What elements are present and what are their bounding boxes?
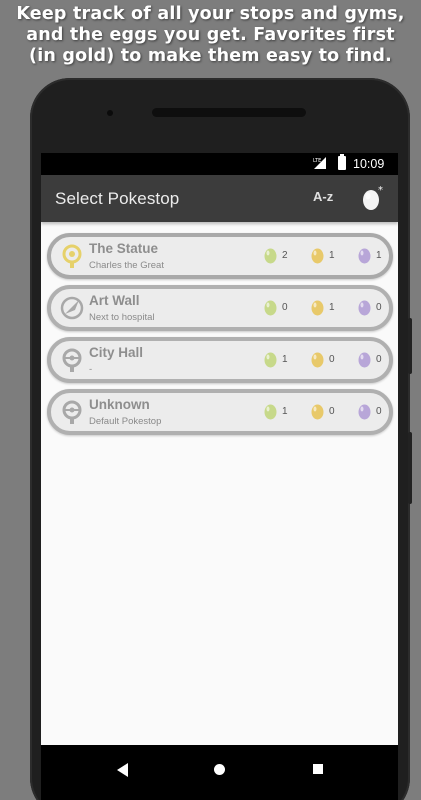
stop-name: Art Wall xyxy=(89,293,140,308)
egg-count: 1 xyxy=(376,250,382,261)
egg-count: 1 xyxy=(282,354,288,365)
pokestop-icon xyxy=(62,348,82,372)
phone-screen: LTE 10:09 Select Pokestop A-z * The Stat… xyxy=(41,153,398,800)
egg-count: 0 xyxy=(329,354,335,365)
pokestop-list: The Statue Charles the Great 2 1 1 Art W… xyxy=(47,233,393,441)
pokestop-icon xyxy=(62,400,82,424)
list-item[interactable]: Unknown Default Pokestop 1 0 0 xyxy=(47,389,393,435)
purple-egg-icon xyxy=(358,352,371,368)
home-icon[interactable] xyxy=(214,764,225,775)
promo-line-1: Keep track of all your stops and gyms, xyxy=(16,4,405,24)
stop-subtitle: Next to hospital xyxy=(89,312,155,323)
egg-10km-count: 0 xyxy=(358,403,398,421)
egg-count: 1 xyxy=(282,406,288,417)
green-egg-icon xyxy=(264,300,277,316)
stop-subtitle: Charles the Great xyxy=(89,260,164,271)
egg-5km-count: 0 xyxy=(311,351,351,369)
yellow-egg-icon xyxy=(311,404,324,420)
yellow-egg-icon xyxy=(311,248,324,264)
promo-line-3: (in gold) to make them easy to find. xyxy=(29,46,392,66)
stop-subtitle: - xyxy=(89,364,93,375)
power-button xyxy=(408,432,412,504)
egg-count: 0 xyxy=(282,302,288,313)
egg-counts: 2 1 1 xyxy=(264,247,384,265)
clock: 10:09 xyxy=(353,157,385,171)
promo-caption: Keep track of all your stops and gyms, a… xyxy=(0,4,421,67)
egg-counts: 1 0 0 xyxy=(264,351,384,369)
egg-counts: 0 1 0 xyxy=(264,299,384,317)
svg-text:*: * xyxy=(378,185,383,196)
egg-10km-count: 0 xyxy=(358,351,398,369)
egg-2km-count: 1 xyxy=(264,403,304,421)
pokestop-favorite-icon xyxy=(62,244,82,268)
egg-counts: 1 0 0 xyxy=(264,403,384,421)
egg-2km-count: 2 xyxy=(264,247,304,265)
stop-name: City Hall xyxy=(89,345,144,360)
egg-10km-count: 0 xyxy=(358,299,398,317)
list-item[interactable]: Art Wall Next to hospital 0 1 0 xyxy=(47,285,393,331)
promo-line-2: and the eggs you get. Favorites first xyxy=(26,25,395,45)
phone-speaker xyxy=(152,108,306,117)
egg-2km-count: 1 xyxy=(264,351,304,369)
green-egg-icon xyxy=(264,404,277,420)
egg-count: 0 xyxy=(376,354,382,365)
network-type-label: LTE xyxy=(313,158,321,164)
stop-name: The Statue xyxy=(89,241,159,256)
yellow-egg-icon xyxy=(311,300,324,316)
egg-count: 0 xyxy=(376,302,382,313)
purple-egg-icon xyxy=(358,404,371,420)
stop-subtitle: Default Pokestop xyxy=(89,416,162,427)
volume-button xyxy=(408,318,412,374)
sort-alpha-button[interactable]: A-z xyxy=(313,189,333,204)
purple-egg-icon xyxy=(358,300,371,316)
egg-count: 1 xyxy=(329,302,335,313)
navigation-bar xyxy=(41,745,398,800)
green-egg-icon xyxy=(264,248,277,264)
battery-icon xyxy=(338,154,346,170)
egg-count: 1 xyxy=(329,250,335,261)
lte-signal-icon: LTE xyxy=(313,157,326,169)
back-icon[interactable] xyxy=(117,763,129,777)
gym-icon xyxy=(60,296,84,320)
egg-5km-count: 1 xyxy=(311,247,351,265)
egg-2km-count: 0 xyxy=(264,299,304,317)
recents-icon[interactable] xyxy=(313,764,323,774)
status-bar: LTE 10:09 xyxy=(41,153,398,175)
page-title: Select Pokestop xyxy=(55,189,180,208)
egg-5km-count: 1 xyxy=(311,299,351,317)
list-item[interactable]: City Hall - 1 0 0 xyxy=(47,337,393,383)
egg-count: 0 xyxy=(376,406,382,417)
list-item[interactable]: The Statue Charles the Great 2 1 1 xyxy=(47,233,393,279)
egg-count: 0 xyxy=(329,406,335,417)
egg-5km-count: 0 xyxy=(311,403,351,421)
purple-egg-icon xyxy=(358,248,371,264)
egg-10km-count: 1 xyxy=(358,247,398,265)
yellow-egg-icon xyxy=(311,352,324,368)
egg-count: 2 xyxy=(282,250,288,261)
green-egg-icon xyxy=(264,352,277,368)
app-bar: Select Pokestop A-z * xyxy=(41,175,398,222)
add-egg-icon[interactable]: * xyxy=(359,184,387,212)
phone-camera xyxy=(107,110,113,116)
stop-name: Unknown xyxy=(89,397,150,412)
